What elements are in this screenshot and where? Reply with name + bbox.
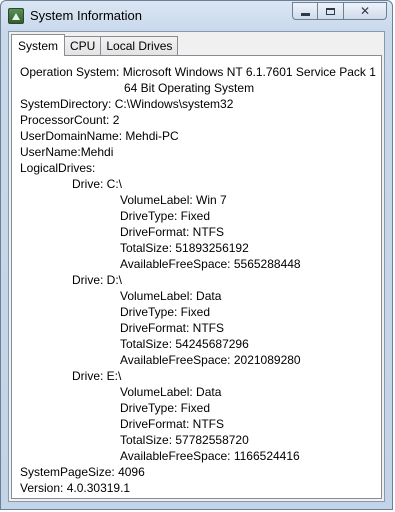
app-icon[interactable] bbox=[8, 8, 24, 24]
os-value-continued: 64 Bit Operating System bbox=[124, 81, 255, 95]
drive-free-space: AvailableFreeSpace: 2021089280 bbox=[120, 353, 301, 367]
maximize-icon bbox=[326, 7, 335, 15]
drive-volume-label: VolumeLabel: Data bbox=[120, 289, 222, 303]
system-directory-label: SystemDirectory: bbox=[20, 97, 112, 111]
version-label: Version: bbox=[20, 481, 64, 495]
minimize-button[interactable] bbox=[292, 2, 318, 20]
drive-format: DriveFormat: NTFS bbox=[120, 321, 225, 335]
user-domain-row: UserDomainName: Mehdi-PC bbox=[20, 128, 377, 144]
drive-format: DriveFormat: NTFS bbox=[120, 417, 225, 431]
logical-drives-label: LogicalDrives: bbox=[20, 161, 96, 175]
maximize-button[interactable] bbox=[318, 2, 344, 20]
os-row: Operation System: Microsoft Windows NT 6… bbox=[20, 64, 377, 80]
tab-system[interactable]: System bbox=[11, 34, 66, 56]
drive-type: DriveType: Fixed bbox=[120, 401, 211, 415]
drive-total-size: TotalSize: 51893256192 bbox=[120, 241, 249, 255]
system-page-size-value: 4096 bbox=[118, 465, 145, 479]
os-label: Operation System: bbox=[20, 65, 120, 79]
drive-total-size: TotalSize: 54245687296 bbox=[120, 337, 249, 351]
version-row: Version: 4.0.30319.1 bbox=[20, 480, 377, 496]
minimize-icon bbox=[300, 12, 310, 16]
processor-count-value: 2 bbox=[112, 113, 120, 127]
drive-type: DriveType: Fixed bbox=[120, 209, 211, 223]
title-bar[interactable]: System Information ✕ bbox=[1, 1, 392, 31]
logical-drives-row: LogicalDrives: bbox=[20, 160, 377, 176]
close-button[interactable]: ✕ bbox=[344, 2, 387, 20]
drive-label: Drive: D:\ bbox=[72, 273, 123, 287]
system-information-window: System Information ✕ System CPU Local Dr… bbox=[0, 0, 393, 510]
processor-count-label: ProcessorCount: bbox=[20, 113, 110, 127]
drive-total-size: TotalSize: 57782558720 bbox=[120, 433, 249, 447]
os-value: Microsoft Windows NT 6.1.7601 Service Pa… bbox=[122, 65, 376, 79]
user-name-row: UserName:Mehdi bbox=[20, 144, 377, 160]
system-directory-row: SystemDirectory: C:\Windows\system32 bbox=[20, 96, 377, 112]
drive-type: DriveType: Fixed bbox=[120, 305, 211, 319]
system-page-size-row: SystemPageSize: 4096 bbox=[20, 464, 377, 480]
user-name-label: UserName: bbox=[20, 145, 81, 159]
close-icon: ✕ bbox=[359, 4, 371, 18]
user-name-value: Mehdi bbox=[80, 145, 114, 159]
tab-cpu[interactable]: CPU bbox=[65, 36, 102, 55]
drive-label: Drive: E:\ bbox=[72, 369, 122, 383]
tab-strip: System CPU Local Drives bbox=[11, 34, 179, 56]
processor-count-row: ProcessorCount: 2 bbox=[20, 112, 377, 128]
system-page-size-label: SystemPageSize: bbox=[20, 465, 115, 479]
drive-volume-label: VolumeLabel: Data bbox=[120, 385, 222, 399]
drive-free-space: AvailableFreeSpace: 5565288448 bbox=[120, 257, 301, 271]
system-info-text: Operation System: Microsoft Windows NT 6… bbox=[20, 64, 377, 496]
tab-local-drives[interactable]: Local Drives bbox=[101, 36, 179, 55]
version-value: 4.0.30319.1 bbox=[66, 481, 131, 495]
system-tab-panel: Operation System: Microsoft Windows NT 6… bbox=[11, 55, 382, 499]
system-directory-value: C:\Windows\system32 bbox=[114, 97, 234, 111]
drive-format: DriveFormat: NTFS bbox=[120, 225, 225, 239]
drive-volume-label: VolumeLabel: Win 7 bbox=[120, 193, 227, 207]
drive-free-space: AvailableFreeSpace: 1166524416 bbox=[120, 449, 300, 463]
client-area: System CPU Local Drives Operation System… bbox=[8, 31, 385, 502]
window-title: System Information bbox=[30, 8, 142, 23]
caption-buttons: ✕ bbox=[292, 2, 387, 21]
user-domain-value: Mehdi-PC bbox=[125, 129, 179, 143]
user-domain-label: UserDomainName: bbox=[20, 129, 123, 143]
drive-label: Drive: C:\ bbox=[72, 177, 123, 191]
os-row-continued: 64 Bit Operating System bbox=[20, 80, 377, 96]
